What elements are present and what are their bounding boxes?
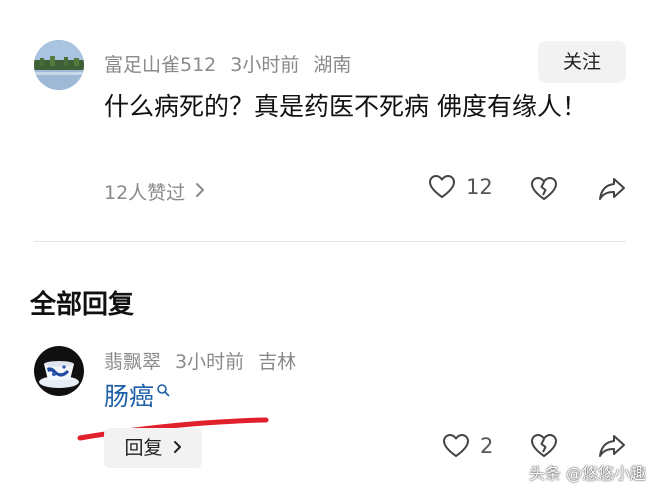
reply-button[interactable]: 回复	[104, 428, 202, 468]
follow-button[interactable]: 关注	[538, 41, 626, 83]
user-avatar[interactable]	[34, 40, 84, 90]
reply-dislike-button[interactable]	[530, 433, 558, 463]
comment-text: 什么病死的？真是药医不死病 佛度有缘人！	[104, 92, 587, 121]
reply-location: 吉林	[258, 351, 297, 373]
likes-summary[interactable]: 12人赞过	[104, 178, 205, 205]
reply-share-button[interactable]	[598, 433, 626, 463]
username[interactable]: 富足山雀512	[104, 54, 216, 76]
search-icon	[156, 382, 170, 401]
like-action[interactable]: 12	[428, 174, 493, 200]
divider	[34, 241, 626, 242]
reply-user-avatar[interactable]	[34, 346, 84, 396]
timestamp: 3小时前	[230, 54, 300, 76]
reply-text-link[interactable]: 肠癌	[104, 380, 170, 414]
comment-meta: 富足山雀512 3小时前 湖南	[104, 50, 365, 77]
share-button[interactable]	[598, 176, 626, 206]
share-icon	[598, 178, 626, 206]
reply-like-action[interactable]: 2	[442, 433, 493, 459]
reply-label: 回复	[124, 437, 163, 459]
like-count: 12	[466, 175, 493, 199]
likes-text: 12人赞过	[104, 182, 186, 204]
heart-icon	[442, 433, 470, 459]
reply-username[interactable]: 翡飘翠	[104, 351, 161, 373]
broken-heart-icon	[530, 177, 558, 206]
reply-like-count: 2	[480, 434, 494, 458]
section-title: 全部回复	[30, 290, 135, 320]
reply-text: 肠癌	[104, 382, 155, 411]
heart-icon	[428, 174, 456, 200]
location: 湖南	[313, 54, 352, 76]
watermark: 头条 @悠悠小趣	[528, 464, 646, 483]
reply-meta: 翡飘翠 3小时前 吉林	[104, 347, 310, 374]
chevron-right-icon	[195, 181, 205, 203]
chevron-right-icon	[173, 437, 182, 459]
reply-timestamp: 3小时前	[175, 351, 245, 373]
dislike-button[interactable]	[530, 176, 558, 206]
